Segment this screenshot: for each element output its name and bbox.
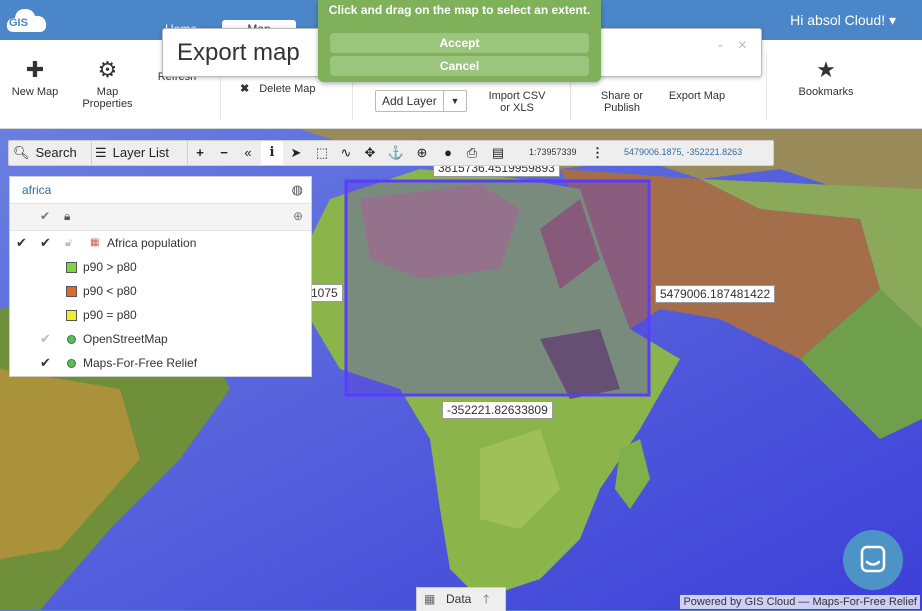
minimize-icon[interactable]: - (718, 37, 723, 54)
plus-icon: ✚ (25, 57, 45, 82)
chevron-down-icon[interactable]: ▼ (443, 91, 466, 111)
layer-row-maps-for-free-relief[interactable]: ✔ Maps-For-Free Relief (10, 351, 311, 375)
layer-name: Maps-For-Free Relief (83, 356, 198, 370)
pointer-icon[interactable]: ➤ (285, 141, 307, 165)
dialog-controls: - × (718, 37, 747, 55)
add-layer-dropdown[interactable]: Add Layer ▼ (375, 90, 467, 112)
star-icon: ★ (816, 57, 836, 82)
gear-icon: ⚙ (97, 57, 118, 82)
toolbar-divider (766, 52, 767, 120)
legend-swatch (66, 310, 77, 321)
layer-list-button[interactable]: ☰ Layer List (95, 141, 187, 165)
coordinate-readout: 5479006.1875, -352221.8263 (624, 147, 743, 157)
grid-icon: ▦ (424, 592, 436, 606)
data-tab[interactable]: ▦ Data 🡑 (416, 587, 506, 611)
user-menu[interactable]: Hi absol Cloud! ▾ (790, 12, 896, 29)
lock-icon[interactable]: 🔒︎ (64, 209, 70, 224)
extent-selection-popup: Click and drag on the map to select an e… (318, 0, 601, 82)
new-map-button[interactable]: ✚ New Map (8, 57, 62, 99)
measure-icon[interactable]: ⚓ (385, 141, 407, 165)
accept-button[interactable]: Accept (330, 33, 589, 53)
extent-bottom-label: -352221.82633809 (442, 401, 553, 419)
zoom-in-icon[interactable]: + (189, 141, 211, 165)
legend-item: p90 = p80 (10, 303, 311, 327)
unlock-icon[interactable]: 🔓︎ (65, 231, 72, 255)
basemap-icon (67, 335, 76, 344)
cancel-button[interactable]: Cancel (330, 56, 589, 76)
add-layer-label: Add Layer (382, 94, 437, 108)
legend-item: p90 < p80 (10, 279, 311, 303)
visibility-checkbox[interactable]: ✔ (40, 231, 51, 255)
export-map-label: Export Map (668, 90, 726, 102)
layer-search[interactable]: africa ◍ (10, 177, 311, 204)
delete-icon: ✖ (240, 83, 250, 95)
move-icon[interactable]: ✥ (359, 141, 381, 165)
layer-panel: africa ◍ ✔ 🔒︎ ⊕ ✔ ✔ 🔓︎ ▦ Africa populati… (9, 176, 312, 377)
zoom-out-icon[interactable]: − (213, 141, 235, 165)
zoom-extent-icon[interactable]: ⊕ (411, 141, 433, 165)
globe-icon[interactable]: ◍ (292, 182, 303, 198)
layer-name: OpenStreetMap (83, 332, 168, 346)
layer-list-label: Layer List (112, 145, 170, 160)
check-all-icon[interactable]: ✔ (40, 209, 50, 223)
select-box-icon[interactable]: ⬚ (311, 141, 333, 165)
arrow-up-icon[interactable]: 🡑 (483, 588, 489, 610)
map-attribution: Powered by GIS Cloud — Maps-For-Free Rel… (680, 595, 920, 609)
export-dialog-title: Export map (177, 39, 300, 66)
visibility-checkbox[interactable]: ✔ (40, 351, 51, 375)
layer-row-africa-population[interactable]: ✔ ✔ 🔓︎ ▦ Africa population (10, 231, 311, 255)
extent-right-label: 5479006.187481422 (655, 285, 776, 303)
layer-search-input[interactable]: africa (22, 183, 51, 197)
layer-type-icon: ▦ (90, 237, 100, 248)
visibility-checkbox[interactable]: ✔ (40, 327, 51, 351)
share-publish-label: Share or Publish (600, 90, 644, 114)
legend-swatch (66, 262, 77, 273)
search-icon: 🔍︎ (13, 145, 30, 160)
globe-icon[interactable]: ● (437, 141, 459, 165)
legend-label: p90 < p80 (83, 284, 137, 298)
export-map-button[interactable]: Export Map (664, 90, 730, 102)
delete-map-label: Delete Map (259, 83, 316, 95)
map-toolbar-divider (187, 141, 188, 165)
legend-swatch (66, 286, 77, 297)
scale-readout: 1:73957339 (529, 147, 577, 157)
legend-item: p90 > p80 (10, 255, 311, 279)
data-tab-label: Data (446, 592, 472, 606)
draw-icon[interactable]: ∿ (335, 141, 357, 165)
bookmarks-label: Bookmarks (798, 86, 854, 98)
more-icon[interactable]: ⋮ (591, 141, 604, 165)
print-icon[interactable]: ⎙ (461, 141, 483, 165)
layer-panel-header: ✔ 🔒︎ ⊕ (10, 204, 311, 231)
layer-row-openstreetmap[interactable]: ✔ OpenStreetMap (10, 327, 311, 351)
zoom-layer-icon[interactable]: ⊕ (293, 209, 303, 223)
legend-label: p90 > p80 (83, 260, 137, 274)
map-properties-button[interactable]: ⚙ Map Properties (80, 57, 135, 111)
close-icon[interactable]: × (738, 37, 747, 54)
chat-icon (860, 545, 886, 573)
map-toolbar-divider (91, 141, 92, 165)
search-button[interactable]: 🔍︎ Search (13, 141, 93, 165)
layer-name: Africa population (107, 236, 197, 250)
import-csv-button[interactable]: Import CSV or XLS (484, 90, 550, 114)
info-icon[interactable]: i (261, 141, 283, 165)
map-properties-label: Map Properties (82, 86, 133, 110)
list-icon: ☰ (95, 145, 107, 160)
extent-instruction: Click and drag on the map to select an e… (328, 3, 591, 17)
search-label: Search (35, 145, 77, 160)
share-publish-button[interactable]: Share or Publish (596, 90, 648, 114)
delete-map-button[interactable]: ✖ Delete Map (240, 83, 330, 95)
expand-icon[interactable]: ✔ (16, 231, 27, 255)
new-map-label: New Map (11, 86, 59, 98)
import-csv-label: Import CSV or XLS (488, 90, 546, 114)
basemap-icon (67, 359, 76, 368)
collapse-icon[interactable]: « (237, 141, 259, 165)
chat-launcher[interactable] (843, 530, 903, 590)
export-icon[interactable]: ▤ (487, 141, 509, 165)
legend-label: p90 = p80 (83, 308, 137, 322)
map-toolbar: 🔍︎ Search ☰ Layer List + − « i ➤ ⬚ ∿ ✥ ⚓ ⊕… (8, 140, 774, 166)
bookmarks-button[interactable]: ★ Bookmarks (796, 57, 856, 99)
logo-text: GIS (9, 17, 28, 29)
